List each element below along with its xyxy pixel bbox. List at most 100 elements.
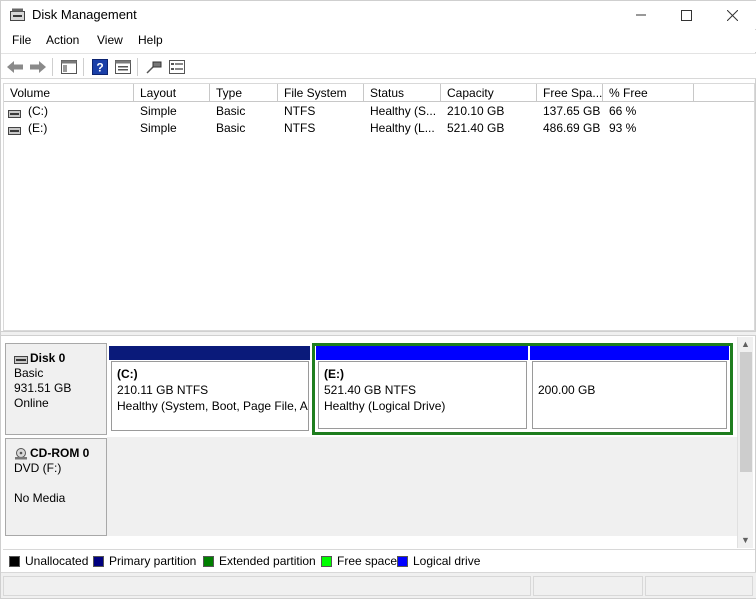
cd-drive-icon xyxy=(14,447,28,460)
legend-swatch xyxy=(321,555,332,567)
status-segment xyxy=(645,576,753,596)
legend-item: Logical drive xyxy=(397,554,480,568)
disk-0-label[interactable]: Disk 0 Basic 931.51 GB Online xyxy=(5,343,107,435)
cdrom-name: CD-ROM 0 xyxy=(30,446,90,460)
legend-swatch xyxy=(9,555,20,567)
maximize-button[interactable] xyxy=(663,1,709,29)
cell-volume: (C:) xyxy=(28,104,48,118)
back-arrow-icon[interactable] xyxy=(5,57,25,77)
forward-arrow-icon[interactable] xyxy=(28,57,48,77)
disk-state: Online xyxy=(14,396,49,410)
partition-logical-200gb[interactable]: 200.00 GB xyxy=(532,361,727,429)
menu-view[interactable]: View xyxy=(97,33,123,47)
cell-type: Basic xyxy=(216,121,246,135)
hard-disk-icon xyxy=(14,354,28,364)
legend-swatch xyxy=(93,555,104,567)
legend-swatch xyxy=(203,555,214,567)
legend-item: Extended partition xyxy=(203,554,316,568)
logical-drive-bar xyxy=(316,346,528,360)
toolbar: ? xyxy=(1,53,756,79)
legend-label: Primary partition xyxy=(109,554,197,568)
list-view-icon[interactable] xyxy=(167,57,187,77)
scroll-up-arrow-icon[interactable]: ▲ xyxy=(741,339,750,349)
cell-layout: Simple xyxy=(140,104,177,118)
disk-name: Disk 0 xyxy=(30,351,66,365)
disk-management-window: Disk Management File Action View Help ? xyxy=(0,0,756,599)
cell-free-space: 137.65 GB xyxy=(543,104,601,118)
cdrom-area xyxy=(107,437,737,536)
cdrom-state: No Media xyxy=(14,491,66,505)
column-header-layout[interactable]: Layout xyxy=(134,84,210,102)
column-header-capacity[interactable]: Capacity xyxy=(441,84,537,102)
menu-action[interactable]: Action xyxy=(46,33,79,47)
scroll-down-arrow-icon[interactable]: ▼ xyxy=(741,535,750,545)
window-title: Disk Management xyxy=(32,7,137,22)
column-header-file-system[interactable]: File System xyxy=(278,84,364,102)
legend-item: Unallocated xyxy=(9,554,88,568)
partition-size: 521.40 GB NTFS xyxy=(324,383,417,397)
status-bar xyxy=(1,572,756,598)
partition-size: 200.00 GB xyxy=(538,383,596,397)
svg-text:?: ? xyxy=(96,61,103,75)
cdrom-spacer xyxy=(14,476,106,491)
volume-row[interactable]: (E:) Simple Basic NTFS Healthy (L... 521… xyxy=(4,120,754,137)
legend: Unallocated Primary partition Extended p… xyxy=(3,549,755,569)
legend-label: Free space xyxy=(337,554,398,568)
column-header-volume[interactable]: Volume xyxy=(4,84,134,102)
menu-bar: File Action View Help xyxy=(1,30,756,52)
column-header-percent-free[interactable]: % Free xyxy=(603,84,694,102)
partition-size: 210.11 GB NTFS xyxy=(117,383,209,397)
partition-status: Healthy (Logical Drive) xyxy=(324,399,446,413)
cell-percent-free: 93 % xyxy=(609,121,637,135)
scrollbar-thumb[interactable] xyxy=(740,352,752,472)
toolbar-separator xyxy=(137,58,138,76)
partition-c[interactable]: (C:) 210.11 GB NTFS Healthy (System, Boo… xyxy=(111,361,309,431)
partition-status: Healthy (System, Boot, Page File, Ac xyxy=(117,399,309,413)
cdrom-type: DVD (F:) xyxy=(14,461,62,475)
legend-item: Primary partition xyxy=(93,554,196,568)
close-button[interactable] xyxy=(709,1,755,29)
disk-management-app-icon xyxy=(10,8,25,21)
title-bar: Disk Management xyxy=(1,1,756,29)
primary-partition-bar xyxy=(109,346,310,360)
cell-file-system: NTFS xyxy=(284,121,316,135)
cell-file-system: NTFS xyxy=(284,104,316,118)
toolbar-separator xyxy=(52,58,53,76)
disk-graphical-view: Disk 0 Basic 931.51 GB Online (C:) 210.1… xyxy=(3,337,755,548)
console-tree-icon[interactable] xyxy=(59,57,79,77)
connect-icon[interactable] xyxy=(144,57,164,77)
pane-splitter[interactable] xyxy=(1,331,756,336)
cell-capacity: 210.10 GB xyxy=(447,104,505,118)
cell-status: Healthy (L... xyxy=(370,121,435,135)
menu-help[interactable]: Help xyxy=(138,33,163,47)
toolbar-separator xyxy=(83,58,84,76)
partition-e[interactable]: (E:) 521.40 GB NTFS Healthy (Logical Dri… xyxy=(318,361,527,429)
status-segment xyxy=(533,576,643,596)
cdrom-0-label[interactable]: CD-ROM 0 DVD (F:) No Media xyxy=(5,438,107,536)
legend-swatch xyxy=(397,555,408,567)
volume-list-header: Volume Layout Type File System Status Ca… xyxy=(4,84,754,102)
volume-row[interactable]: (C:) Simple Basic NTFS Healthy (S... 210… xyxy=(4,103,754,120)
column-header-type[interactable]: Type xyxy=(210,84,278,102)
cell-layout: Simple xyxy=(140,121,177,135)
disk-view-scrollbar[interactable]: ▲ ▼ xyxy=(737,337,753,548)
disk-size: 931.51 GB xyxy=(14,381,72,395)
logical-drive-bar xyxy=(530,346,729,360)
help-icon[interactable]: ? xyxy=(90,57,110,77)
partition-name: (C:) xyxy=(117,367,138,381)
drive-icon xyxy=(8,107,21,118)
partition-name: (E:) xyxy=(324,367,344,381)
menu-file[interactable]: File xyxy=(12,33,31,47)
cell-percent-free: 66 % xyxy=(609,104,637,118)
properties-icon[interactable] xyxy=(113,57,133,77)
volume-list[interactable]: Volume Layout Type File System Status Ca… xyxy=(3,83,755,331)
cell-volume: (E:) xyxy=(28,121,48,135)
cell-type: Basic xyxy=(216,104,246,118)
legend-label: Logical drive xyxy=(413,554,481,568)
column-header-status[interactable]: Status xyxy=(364,84,441,102)
column-header-free-space[interactable]: Free Spa... xyxy=(537,84,603,102)
cell-status: Healthy (S... xyxy=(370,104,437,118)
drive-icon xyxy=(8,124,21,135)
minimize-button[interactable] xyxy=(618,1,664,29)
legend-label: Unallocated xyxy=(25,554,89,568)
